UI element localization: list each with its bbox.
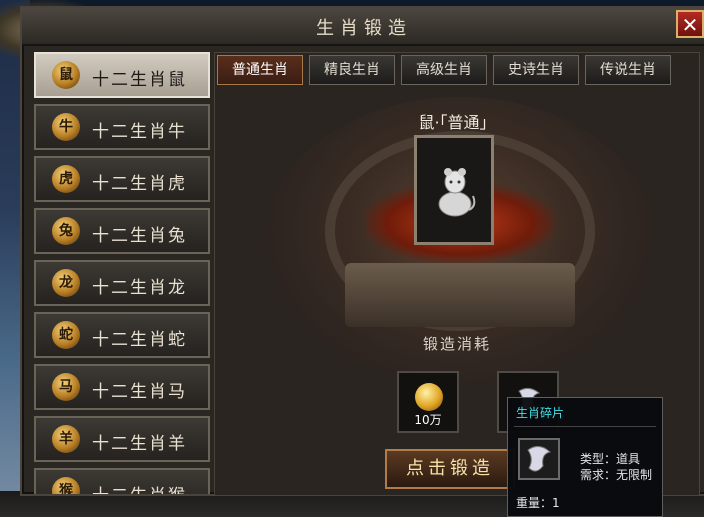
- sidebar-item-goat[interactable]: 羊 十二生肖羊: [34, 416, 210, 462]
- sidebar-item-horse[interactable]: 马 十二生肖马: [34, 364, 210, 410]
- sidebar-item-label: 十二生肖猴: [92, 481, 187, 494]
- tiger-zodiac-icon: 虎: [52, 165, 80, 193]
- tab-fine-zodiac[interactable]: 精良生肖: [309, 55, 395, 85]
- silver-rat-figure-icon: [438, 168, 476, 217]
- forge-pedestal: [345, 263, 575, 327]
- rabbit-zodiac-icon: 兔: [52, 217, 80, 245]
- forge-button[interactable]: 点击锻造: [385, 449, 515, 489]
- sidebar-item-label: 十二生肖羊: [92, 434, 187, 454]
- forge-cost-label: 锻造消耗: [422, 335, 491, 353]
- gold-cost-amount: 10万: [414, 413, 442, 427]
- tab-common-zodiac[interactable]: 普通生肖: [217, 55, 303, 85]
- sidebar-item-rabbit[interactable]: 兔 十二生肖兔: [34, 208, 210, 254]
- tooltip-type: 类型：道具: [580, 452, 641, 466]
- title-bar: 生肖锻造 ✕: [22, 8, 704, 46]
- sidebar-item-monkey[interactable]: 猴 十二生肖猴: [34, 468, 210, 494]
- tab-epic-zodiac[interactable]: 史诗生肖: [493, 55, 579, 85]
- sidebar-item-label: 十二生肖牛: [92, 122, 187, 142]
- target-item-slot[interactable]: [414, 135, 494, 245]
- sidebar-item-label: 十二生肖马: [92, 382, 187, 402]
- tooltip-item-icon: [518, 438, 560, 480]
- tab-legendary-zodiac[interactable]: 传说生肖: [585, 55, 671, 85]
- tooltip-divider: [514, 426, 656, 427]
- goat-zodiac-icon: 羊: [52, 425, 80, 453]
- window-title: 生肖锻造: [316, 18, 412, 39]
- ox-zodiac-icon: 牛: [52, 113, 80, 141]
- sidebar-item-snake[interactable]: 蛇 十二生肖蛇: [34, 312, 210, 358]
- close-button[interactable]: ✕: [676, 10, 704, 38]
- monkey-zodiac-icon: 猴: [52, 477, 80, 494]
- horse-zodiac-icon: 马: [52, 373, 80, 401]
- sidebar-item-label: 十二生肖鼠: [92, 70, 187, 90]
- target-item-title: 鼠·「普通」: [418, 113, 496, 132]
- sidebar-item-rat[interactable]: 鼠 十二生肖鼠: [34, 52, 210, 98]
- sidebar-item-label: 十二生肖虎: [92, 174, 187, 194]
- sidebar-item-ox[interactable]: 牛 十二生肖牛: [34, 104, 210, 150]
- gold-cost-slot[interactable]: 10万: [397, 371, 459, 433]
- dragon-zodiac-icon: 龙: [52, 269, 80, 297]
- rat-zodiac-icon: 鼠: [52, 61, 80, 89]
- zodiac-list: 鼠 十二生肖鼠 牛 十二生肖牛 虎 十二生肖虎 兔 十二生肖兔 龙 十二生肖龙 …: [34, 52, 212, 494]
- sidebar-item-dragon[interactable]: 龙 十二生肖龙: [34, 260, 210, 306]
- tooltip-title: 生肖碎片: [516, 406, 565, 420]
- sidebar-item-label: 十二生肖兔: [92, 226, 187, 246]
- gold-coin-icon: [415, 383, 443, 411]
- sidebar-item-label: 十二生肖蛇: [92, 330, 187, 350]
- snake-zodiac-icon: 蛇: [52, 321, 80, 349]
- sidebar-item-tiger[interactable]: 虎 十二生肖虎: [34, 156, 210, 202]
- item-tooltip: 生肖碎片 类型：道具 需求：无限制 重量：1: [507, 397, 663, 517]
- tab-advanced-zodiac[interactable]: 高级生肖: [401, 55, 487, 85]
- sidebar-item-label: 十二生肖龙: [92, 278, 187, 298]
- tooltip-requirement: 需求：无限制: [580, 468, 653, 482]
- tooltip-weight: 重量：1: [516, 496, 560, 510]
- zodiac-fragment-icon: [527, 446, 552, 472]
